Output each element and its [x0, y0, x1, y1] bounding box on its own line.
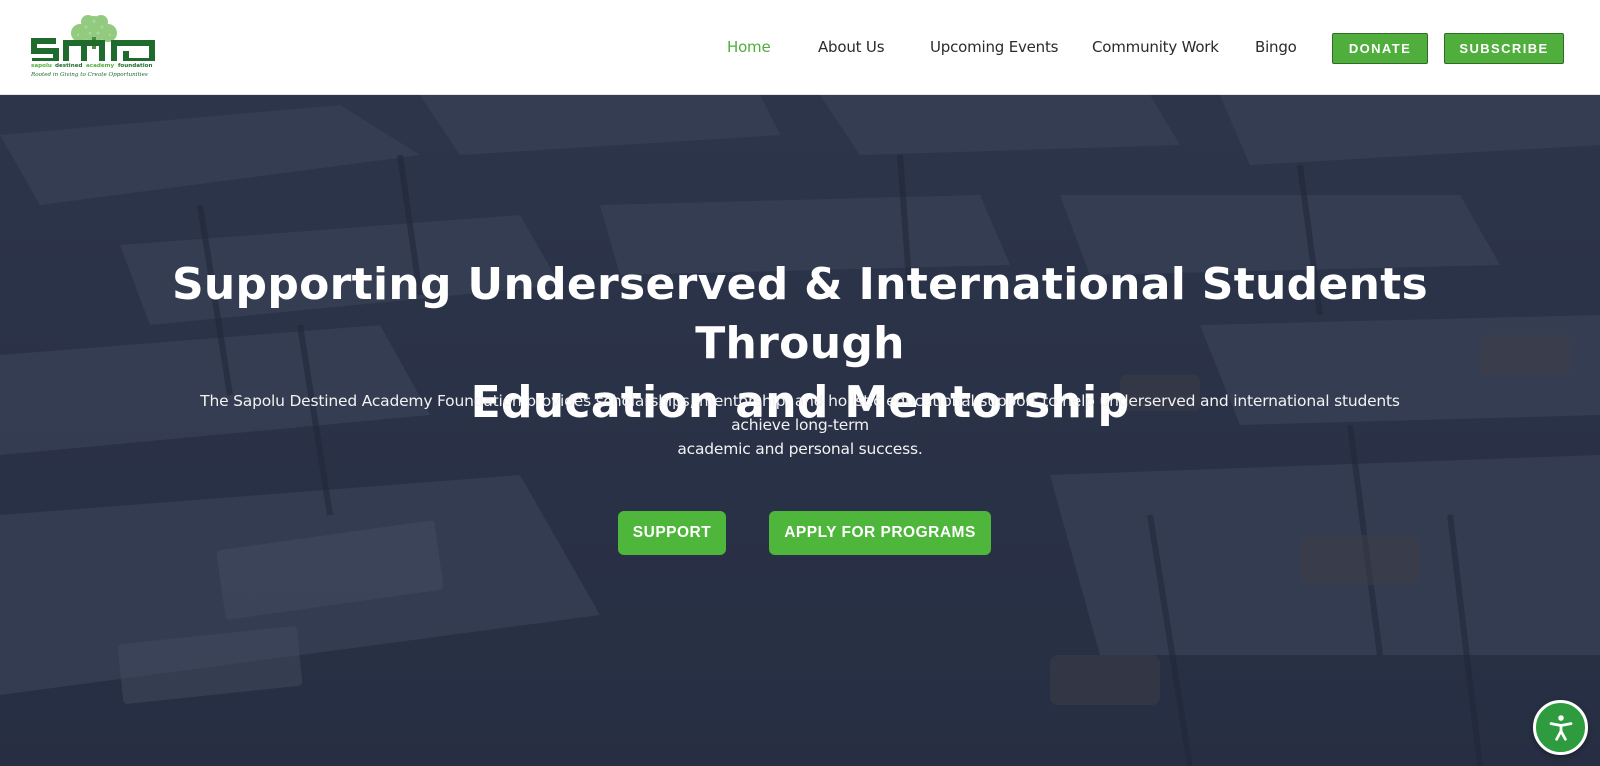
subscribe-button[interactable]: SUBSCRIBE	[1444, 33, 1564, 64]
nav-home[interactable]: Home	[727, 38, 771, 56]
hero-section: Supporting Underserved & International S…	[0, 95, 1600, 766]
hero-subtitle-line-1: The Sapolu Destined Academy Foundation p…	[200, 392, 1400, 434]
apply-for-programs-button[interactable]: APPLY FOR PROGRAMS	[769, 511, 991, 555]
nav-bingo[interactable]: Bingo	[1255, 38, 1297, 56]
nav-community-work[interactable]: Community Work	[1092, 38, 1219, 56]
nav-upcoming-events[interactable]: Upcoming Events	[930, 38, 1058, 56]
nav-about-us[interactable]: About Us	[818, 38, 885, 56]
hero-title-line-1: Supporting Underserved & International S…	[171, 259, 1429, 369]
support-button[interactable]: SUPPORT	[618, 511, 726, 555]
accessibility-icon	[1549, 714, 1572, 741]
hero-subtitle-line-2: academic and personal success.	[677, 440, 923, 458]
site-header: sapolu destined academy foundation Roote…	[0, 0, 1600, 95]
accessibility-button[interactable]	[1533, 700, 1588, 755]
donate-button[interactable]: DONATE	[1332, 33, 1428, 64]
hero-subtitle: The Sapolu Destined Academy Foundation p…	[170, 389, 1430, 461]
